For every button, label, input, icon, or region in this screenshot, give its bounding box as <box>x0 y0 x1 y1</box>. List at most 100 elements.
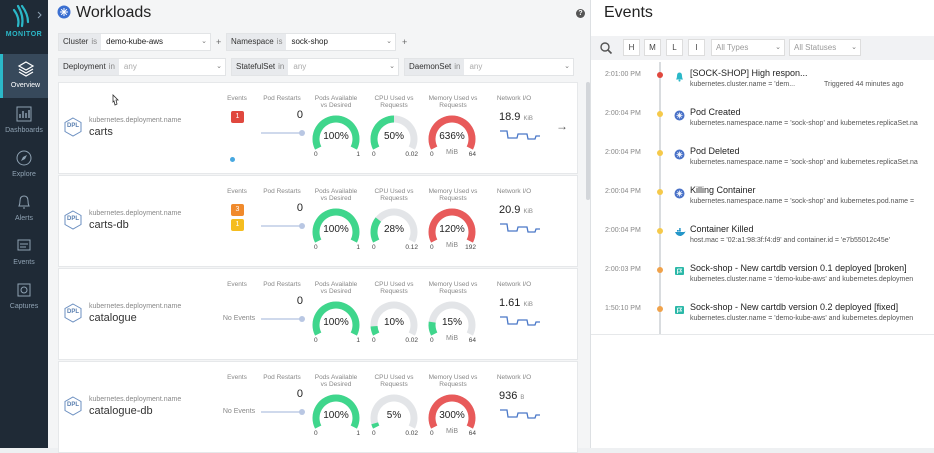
filter-high-button[interactable]: H <box>623 39 640 56</box>
filter-medium-button[interactable]: M <box>644 39 661 56</box>
cluster-filter[interactable]: Cluster is demo-kube-aws ⌄ <box>58 33 211 51</box>
chevron-down-icon: ⌄ <box>201 38 207 45</box>
namespace-filter[interactable]: Namespace is sock-shop ⌄ <box>226 33 396 51</box>
pods-gauge[interactable]: 100% 0 1 <box>311 394 361 442</box>
expand-arrow-icon[interactable]: → <box>556 119 568 133</box>
gauge-value: 300% <box>439 410 465 421</box>
memory-gauge[interactable]: 300% 0 64 MiB <box>427 394 477 442</box>
event-item[interactable]: 2:00:03 PM Sock-shop - New cartdb version… <box>591 262 934 292</box>
nav-captures[interactable]: Captures <box>0 275 48 319</box>
pods-gauge[interactable]: 100% 0 1 <box>311 208 361 256</box>
cpu-gauge[interactable]: 28% 0 0.12 <box>369 208 419 256</box>
event-item[interactable]: 2:01:00 PM [SOCK-SHOP] High respon... kube… <box>591 67 934 97</box>
event-item[interactable]: 1:50:10 PM Sock-shop - New cartdb version… <box>591 301 934 331</box>
pods-gauge[interactable]: 100% 0 1 <box>311 115 361 163</box>
gauge-value: 28% <box>383 224 404 235</box>
cpu-gauge[interactable]: 50% 0 0.02 <box>369 115 419 163</box>
gauge-unit: MiB <box>445 428 459 435</box>
filter-low-button[interactable]: L <box>666 39 683 56</box>
event-item[interactable]: 2:00:04 PM Container Killed host.mac = '02… <box>591 223 934 253</box>
col-restarts: Pod Restarts <box>263 374 301 381</box>
col-pods: Pods Available vs Desired <box>314 374 358 388</box>
workload-card[interactable]: DPL kubernetes.deployment.name catalogue-d… <box>58 361 578 453</box>
kind-label: kubernetes.deployment.name <box>89 396 182 403</box>
gauge-value: 5% <box>386 410 402 421</box>
event-title: [SOCK-SHOP] High respon... <box>690 68 808 78</box>
deployment-name[interactable]: catalogue-db <box>89 405 153 417</box>
slider-knob <box>299 223 305 229</box>
memory-gauge[interactable]: 15% 0 64 MiB <box>427 301 477 349</box>
daemonset-filter[interactable]: DaemonSet in any ⌄ <box>404 58 574 76</box>
slider-knob <box>299 409 305 415</box>
col-events: Events <box>227 374 247 381</box>
col-cpu: CPU Used vs Requests <box>374 281 414 295</box>
kind-label: kubernetes.deployment.name <box>89 210 182 217</box>
bell-icon <box>18 195 30 209</box>
monitor-logo[interactable]: MONITOR <box>0 0 48 46</box>
col-events: Events <box>227 188 247 195</box>
capture-icon <box>17 283 31 297</box>
event-item[interactable]: 2:00:04 PM Killing Container kubernetes.na… <box>591 184 934 214</box>
statuses-select[interactable]: All Statuses ⌄ <box>789 39 861 56</box>
col-network: Network I/O <box>496 95 532 102</box>
network-io-unit: B <box>520 395 525 401</box>
col-restarts: Pod Restarts <box>263 95 301 102</box>
gauge-max: 0.02 <box>405 151 418 158</box>
deployment-icon-label: DPL <box>67 402 79 408</box>
nav-explore[interactable]: Explore <box>0 143 48 187</box>
deployment-name[interactable]: carts-db <box>89 219 129 231</box>
gauge-min: 0 <box>314 430 318 437</box>
col-cpu: CPU Used vs Requests <box>374 95 414 109</box>
gauge-fill <box>371 422 380 429</box>
memory-gauge[interactable]: 636% 0 64 MiB <box>427 115 477 163</box>
cpu-gauge[interactable]: 5% 0 0.02 <box>369 394 419 442</box>
cpu-gauge[interactable]: 10% 0 0.02 <box>369 301 419 349</box>
add-filter-button[interactable]: + <box>216 37 221 47</box>
memory-gauge[interactable]: 120% 0 192 MiB <box>427 208 477 256</box>
network-io-unit: KiB <box>523 302 533 308</box>
divider <box>591 334 934 335</box>
event-severity-dot <box>657 267 663 273</box>
event-item[interactable]: 2:00:04 PM Pod Created kubernetes.namespac… <box>591 106 934 136</box>
event-item[interactable]: 2:00:04 PM Pod Deleted kubernetes.namespac… <box>591 145 934 175</box>
deployment-name[interactable]: carts <box>89 126 113 138</box>
add-filter-button[interactable]: + <box>402 37 407 47</box>
types-select[interactable]: All Types ⌄ <box>711 39 785 56</box>
sidebar: MONITOR Overview Dashboards Explore Aler… <box>0 0 48 448</box>
network-sparkline <box>500 223 540 233</box>
event-time: 2:00:04 PM <box>605 110 641 117</box>
event-badge[interactable]: 1 <box>231 219 244 231</box>
gauge-unit: MiB <box>445 242 459 249</box>
nav-alerts[interactable]: Alerts <box>0 187 48 231</box>
workload-card[interactable]: DPL kubernetes.deployment.name carts Events… <box>58 82 578 174</box>
col-pods: Pods Available vs Desired <box>314 188 358 202</box>
pods-gauge[interactable]: 100% 0 1 <box>311 301 361 349</box>
event-title: Sock-shop - New cartdb version 0.1 deplo… <box>690 263 907 273</box>
search-icon[interactable] <box>599 41 613 55</box>
slider-knob <box>299 130 305 136</box>
restarts-slider <box>261 223 305 229</box>
workload-card[interactable]: DPL kubernetes.deployment.name carts-db Eve… <box>58 175 578 267</box>
nav-dashboards[interactable]: Dashboards <box>0 99 48 143</box>
event-badge[interactable]: 1 <box>231 111 244 123</box>
nav-overview[interactable]: Overview <box>0 54 48 98</box>
filter-info-button[interactable]: I <box>688 39 705 56</box>
kind-label: kubernetes.deployment.name <box>89 303 182 310</box>
event-scope: kubernetes.cluster.name = 'dem... <box>690 81 796 88</box>
statefulset-filter[interactable]: StatefulSet in any ⌄ <box>231 58 399 76</box>
deployment-filter[interactable]: Deployment in any ⌄ <box>58 58 226 76</box>
network-io-number: 936 <box>499 390 518 402</box>
dashboard-icon <box>16 106 32 122</box>
gauge-value: 100% <box>323 410 349 421</box>
event-badge[interactable]: 3 <box>231 204 244 216</box>
col-network: Network I/O <box>496 281 532 288</box>
nav-label: Dashboards <box>5 127 43 134</box>
deployment-name[interactable]: catalogue <box>89 312 137 324</box>
help-icon[interactable]: ? <box>576 9 585 18</box>
gauge-min: 0 <box>372 430 376 437</box>
events-title: Events <box>604 4 653 21</box>
chevron-down-icon: ⌄ <box>216 63 222 70</box>
nav-events[interactable]: Events <box>0 231 48 275</box>
kubernetes-icon <box>674 108 685 121</box>
workload-card[interactable]: DPL kubernetes.deployment.name catalogue Ev… <box>58 268 578 360</box>
